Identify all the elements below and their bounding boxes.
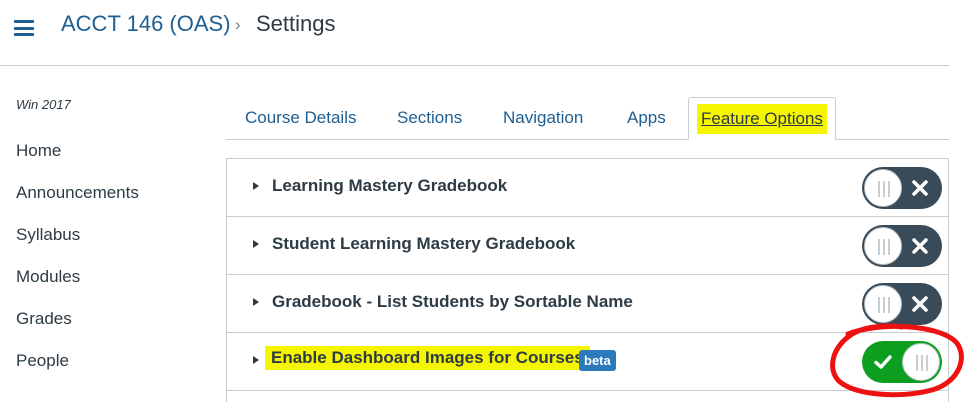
header-divider — [0, 65, 949, 66]
course-term: Win 2017 — [16, 97, 71, 112]
caret-right-icon[interactable] — [253, 356, 259, 364]
breadcrumb-current: Settings — [256, 11, 336, 36]
toggle-knob — [864, 169, 902, 207]
x-icon — [912, 238, 928, 254]
feature-toggle[interactable] — [862, 167, 942, 209]
feature-title[interactable]: Learning Mastery Gradebook — [272, 176, 507, 196]
page-header: ACCT 146 (OAS) › Settings — [0, 0, 969, 66]
sidebar-item-syllabus[interactable]: Syllabus — [16, 224, 139, 266]
settings-page: ACCT 146 (OAS) › Settings Win 2017 Home … — [0, 0, 969, 402]
beta-badge: beta — [579, 350, 616, 371]
toggle-knob — [864, 227, 902, 265]
feature-title[interactable]: Gradebook - List Students by Sortable Na… — [272, 292, 633, 312]
feature-title[interactable]: Enable Dashboard Images for Courses — [265, 346, 590, 370]
tab-feature-options-label: Feature Options — [697, 104, 827, 134]
toggle-knob — [864, 285, 902, 323]
feature-toggle[interactable] — [862, 341, 942, 383]
tab-apps[interactable]: Apps — [627, 97, 666, 139]
breadcrumb-course-link[interactable]: ACCT 146 (OAS) — [61, 11, 231, 37]
settings-tabs: Course Details Sections Navigation Apps … — [226, 97, 949, 140]
caret-right-icon[interactable] — [253, 182, 259, 190]
breadcrumb-separator-icon: › — [235, 15, 241, 34]
tab-feature-options[interactable]: Feature Options — [688, 97, 836, 140]
tabs-divider — [226, 139, 949, 140]
toggle-knob — [902, 343, 940, 381]
course-navigation: Home Announcements Syllabus Modules Grad… — [16, 140, 139, 392]
sidebar-item-grades[interactable]: Grades — [16, 308, 139, 350]
x-icon — [912, 180, 928, 196]
caret-right-icon[interactable] — [253, 298, 259, 306]
feature-row: Enable Dashboard Images for Courses beta — [227, 333, 948, 391]
feature-row: Gradebook - List Students by Sortable Na… — [227, 275, 948, 333]
tab-sections[interactable]: Sections — [397, 97, 462, 139]
feature-options-list: Learning Mastery Gradebook Student Learn… — [226, 158, 949, 402]
feature-row: Student Learning Mastery Gradebook — [227, 217, 948, 275]
sidebar-item-home[interactable]: Home — [16, 140, 139, 182]
caret-right-icon[interactable] — [253, 240, 259, 248]
feature-toggle[interactable] — [862, 225, 942, 267]
sidebar-item-modules[interactable]: Modules — [16, 266, 139, 308]
sidebar-item-announcements[interactable]: Announcements — [16, 182, 139, 224]
check-icon — [874, 355, 892, 369]
tab-navigation[interactable]: Navigation — [503, 97, 583, 139]
hamburger-icon[interactable] — [14, 20, 34, 36]
sidebar-item-people[interactable]: People — [16, 350, 139, 392]
x-icon — [912, 296, 928, 312]
feature-toggle[interactable] — [862, 283, 942, 325]
tab-course-details[interactable]: Course Details — [245, 97, 357, 139]
feature-row: Learning Mastery Gradebook — [227, 159, 948, 217]
feature-title[interactable]: Student Learning Mastery Gradebook — [272, 234, 575, 254]
